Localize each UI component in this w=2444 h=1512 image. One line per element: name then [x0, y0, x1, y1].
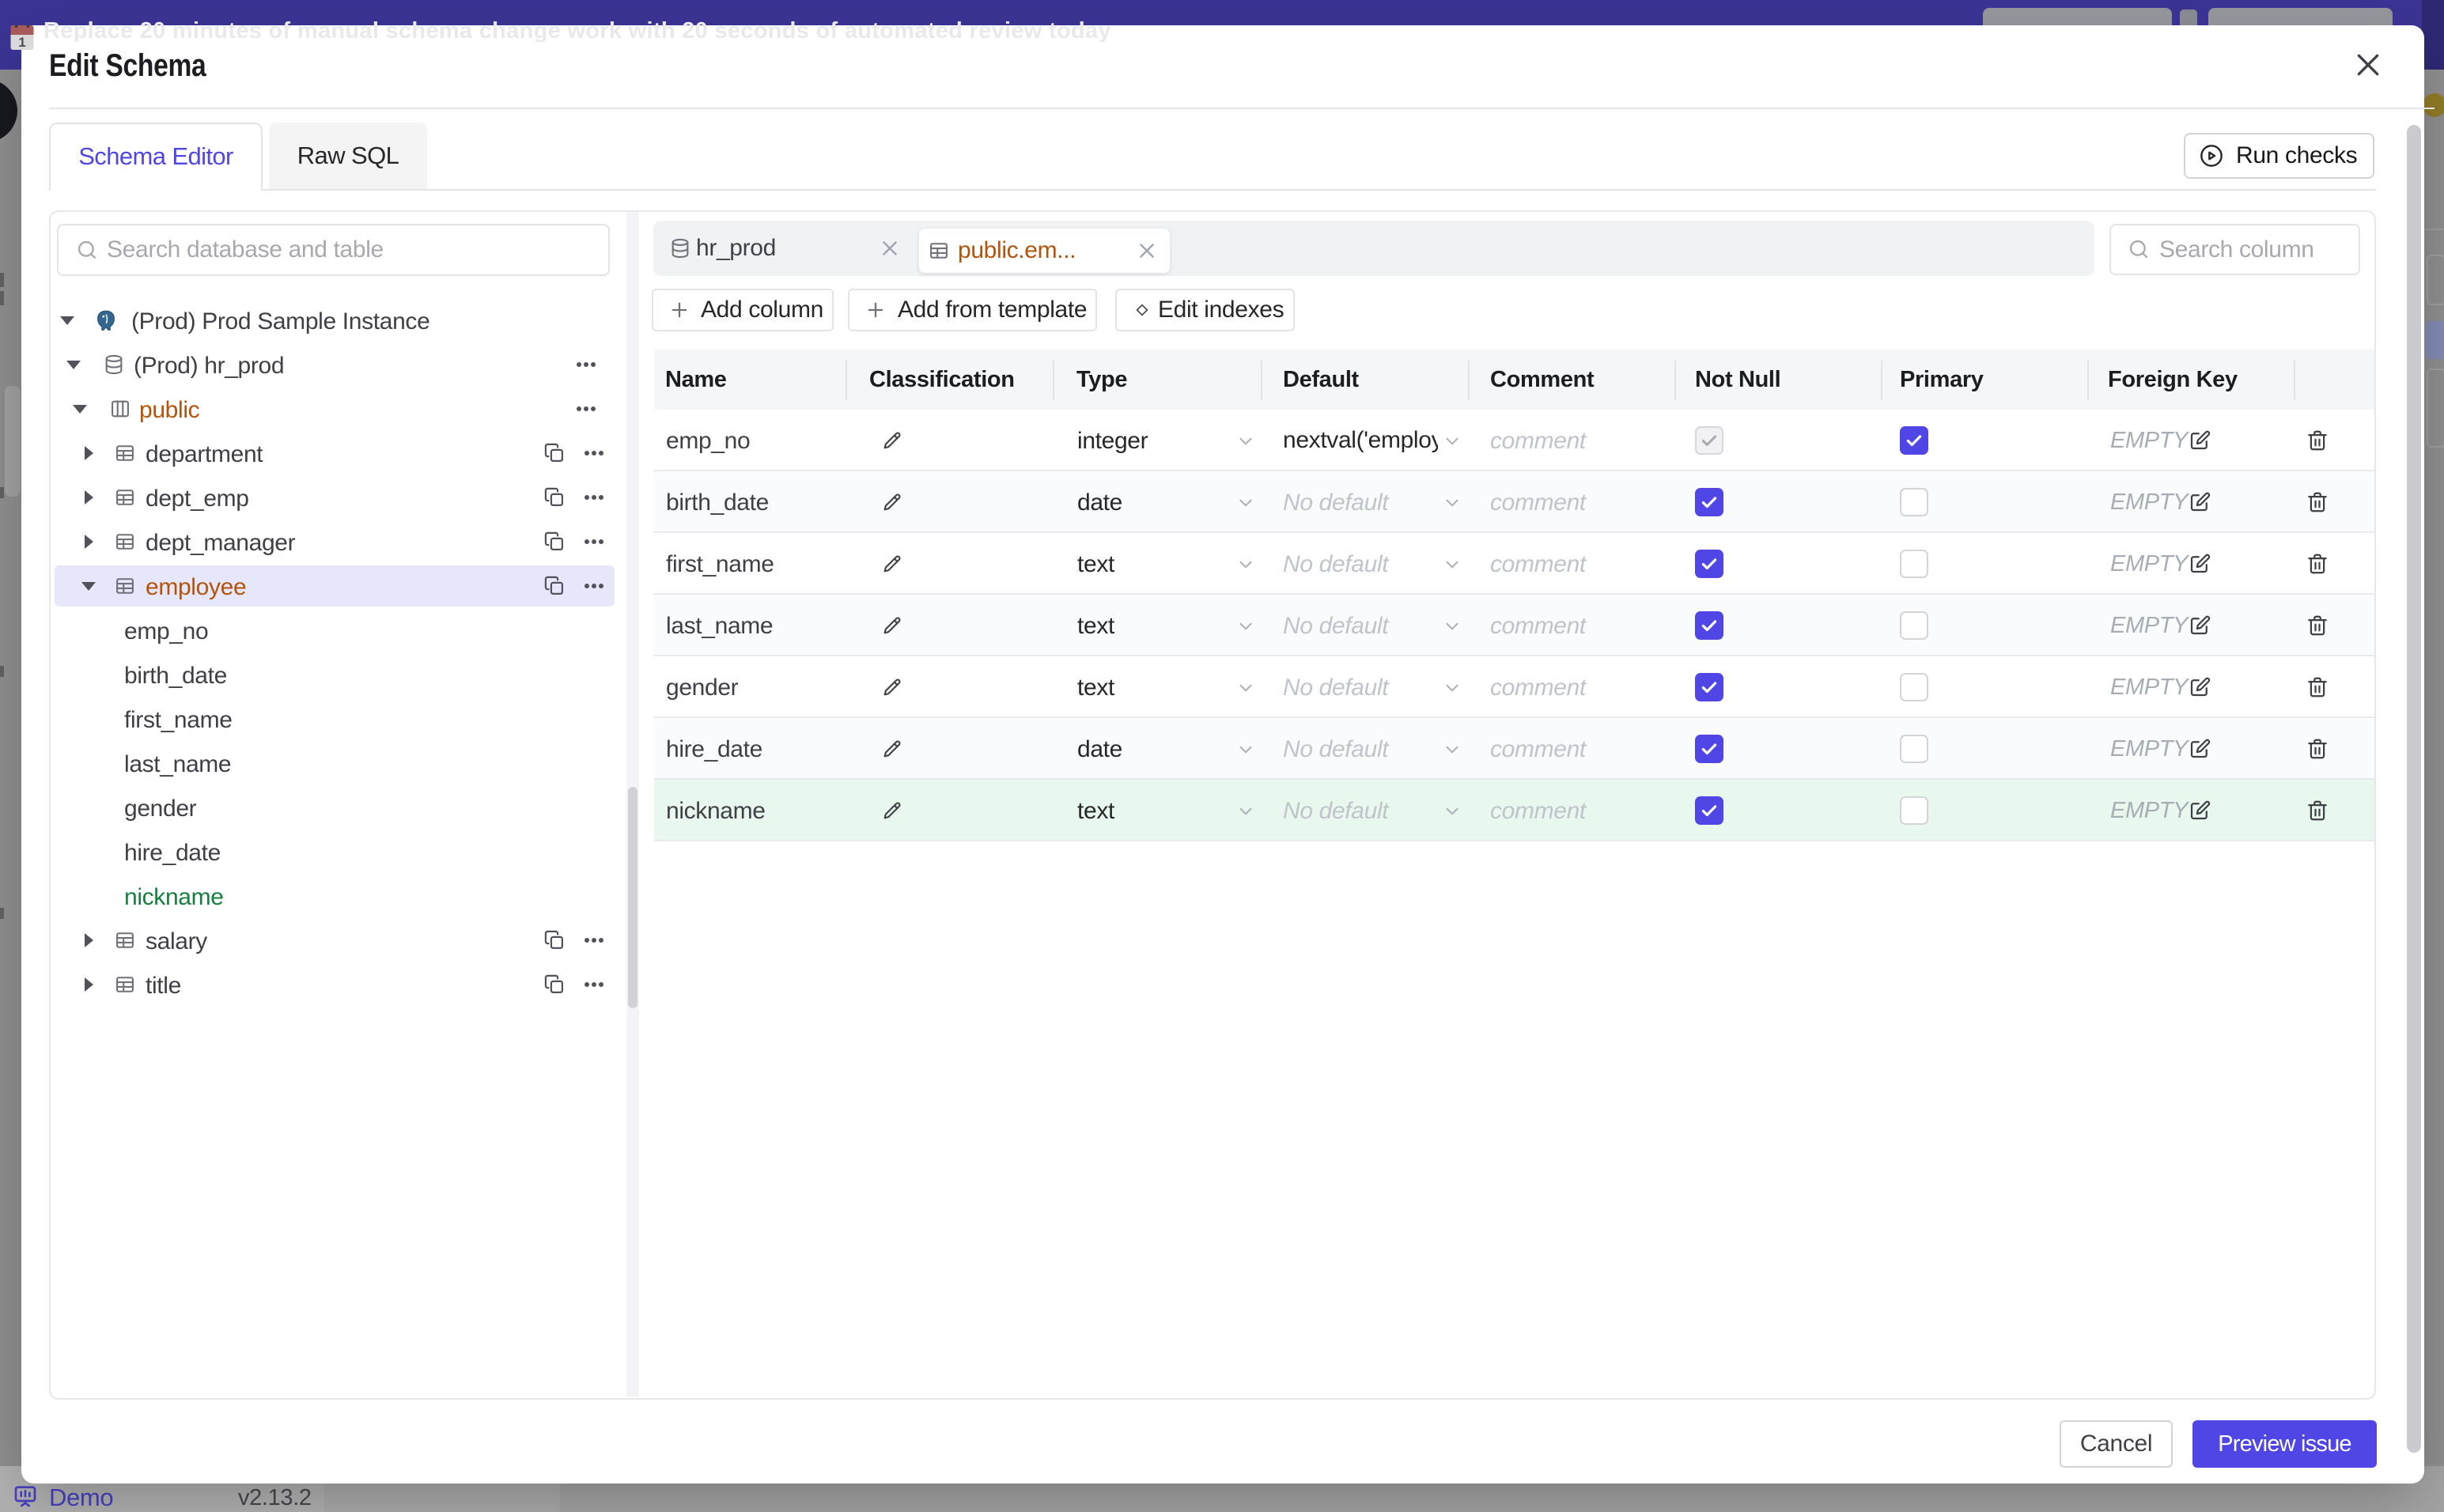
- svg-text:1: 1: [18, 35, 25, 50]
